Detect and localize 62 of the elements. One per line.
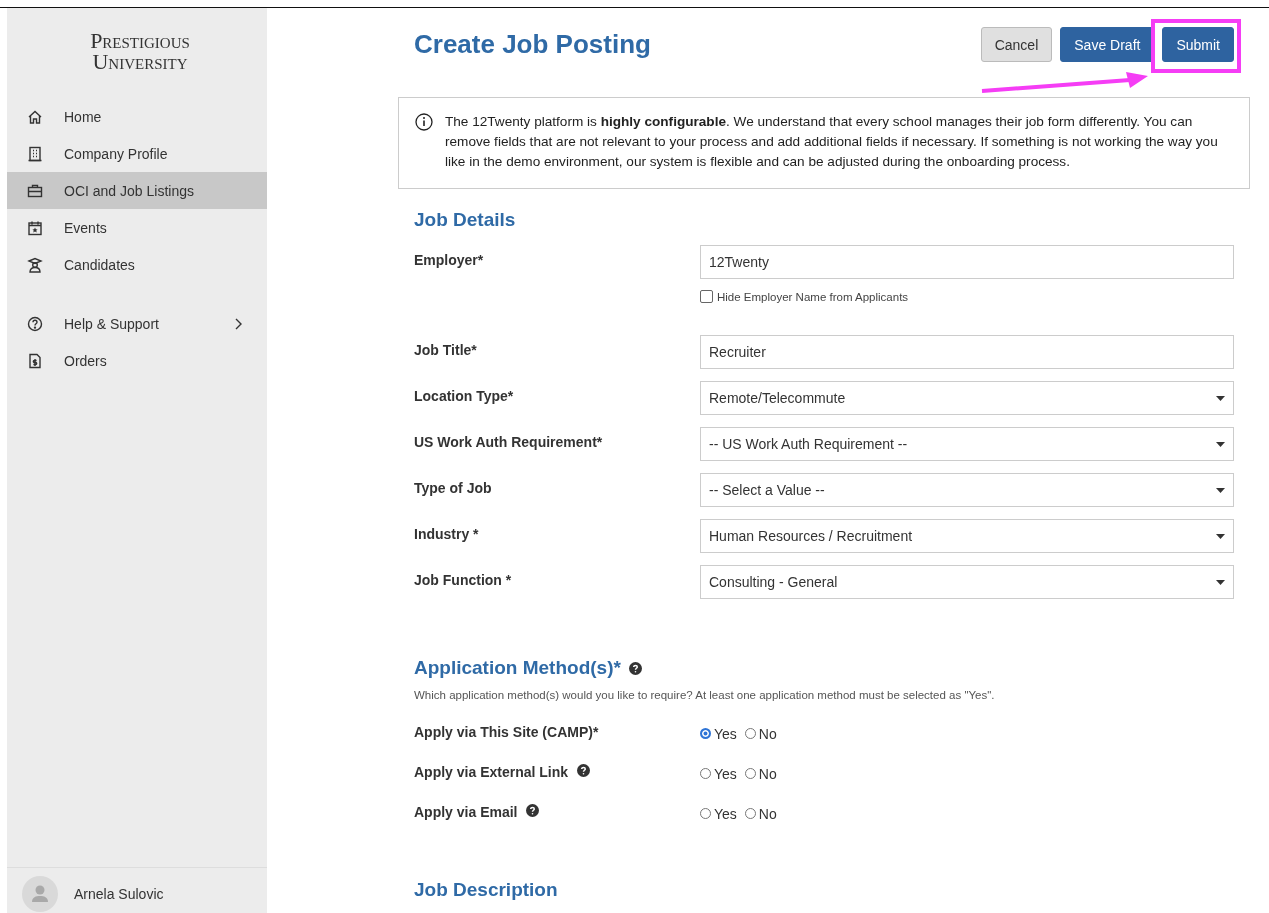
nav-item[interactable]: Candidates — [7, 246, 267, 283]
nav-item[interactable]: Home — [7, 98, 267, 135]
section-description: Which application method(s) would you like to require? At least one application method must be selected as "Yes". — [414, 689, 996, 701]
user-profile[interactable]: Arnela Sulovic — [7, 867, 267, 913]
radio-option[interactable]: Yes — [700, 726, 737, 763]
help-icon[interactable] — [577, 764, 591, 777]
help-icon[interactable] — [526, 804, 540, 817]
university-logo: Prestigious University — [89, 27, 191, 76]
help-icon — [27, 315, 43, 332]
radio-button[interactable] — [700, 728, 711, 739]
primary-button[interactable]: Submit — [1162, 27, 1234, 62]
caret-icon — [1216, 533, 1225, 539]
field-label: Type of Job — [414, 479, 493, 498]
user-name: Arnela Sulovic — [74, 886, 164, 902]
field-label: Employer* — [414, 251, 485, 270]
radio-option[interactable]: No — [744, 806, 777, 843]
notice-text: The 12Twenty platform is highly configurable. We understand that every school manages their job form differently. You can remove fields that are not relevant to your process and add additional fields if necessary. If something is not working the way you like in the demo environment, our system is flexible and can be adjusted during the onboarding process. — [445, 113, 1219, 171]
field-label: Apply via Email — [414, 804, 518, 820]
dropdown[interactable]: -- Select a Value -- — [700, 473, 1234, 507]
nav-item[interactable]: Events — [7, 209, 267, 246]
section-heading: Application Method(s)* — [414, 657, 621, 679]
chevron-right-icon — [234, 317, 242, 330]
text-field[interactable]: Recruiter — [700, 335, 1234, 369]
radio-option[interactable]: No — [744, 726, 777, 763]
cancel-button[interactable]: Cancel — [980, 27, 1053, 62]
caret-icon — [1216, 579, 1225, 585]
caret-icon — [1216, 441, 1225, 447]
radio-option[interactable]: No — [744, 766, 777, 803]
checkbox[interactable] — [700, 290, 713, 303]
section-heading: Job Description — [414, 879, 559, 901]
field-label: Job Function * — [414, 571, 513, 590]
field-label: Location Type* — [414, 387, 515, 406]
radio-option[interactable]: Yes — [700, 766, 737, 803]
dropdown[interactable]: Remote/Telecommute — [700, 381, 1234, 415]
briefcase-icon — [27, 182, 43, 199]
field-label: Industry * — [414, 525, 480, 544]
field-label: US Work Auth Requirement* — [414, 433, 604, 452]
building-icon — [27, 145, 43, 162]
field-label: Apply via External Link — [414, 764, 569, 780]
checkbox-option[interactable]: Hide Employer Name from Applicants — [700, 290, 1234, 303]
field-label: Apply via This Site (CAMP)* — [414, 724, 599, 740]
text-field[interactable]: 12Twenty — [700, 245, 1234, 279]
dropdown[interactable]: -- US Work Auth Requirement -- — [700, 427, 1234, 461]
home-icon — [27, 108, 43, 125]
caret-icon — [1216, 487, 1225, 493]
nav-item[interactable]: OCI and Job Listings — [7, 172, 267, 209]
invoice-icon — [27, 352, 43, 369]
dropdown[interactable]: Human Resources / Recruitment — [700, 519, 1234, 553]
field-label: Job Title* — [414, 341, 478, 360]
radio-option[interactable]: Yes — [700, 806, 737, 843]
nav-item[interactable]: Orders — [7, 342, 267, 379]
help-icon[interactable] — [628, 661, 642, 675]
graduate-icon — [27, 256, 43, 273]
dropdown[interactable]: Consulting - General — [700, 565, 1234, 599]
nav-item[interactable]: Company Profile — [7, 135, 267, 172]
section-heading: Job Details — [414, 209, 517, 231]
calendar-icon — [27, 219, 43, 236]
info-icon — [415, 113, 433, 131]
caret-icon — [1216, 395, 1225, 401]
page-title: Create Job Posting — [414, 29, 651, 60]
avatar-icon — [22, 876, 58, 912]
nav-item[interactable]: Help & Support — [7, 305, 267, 342]
